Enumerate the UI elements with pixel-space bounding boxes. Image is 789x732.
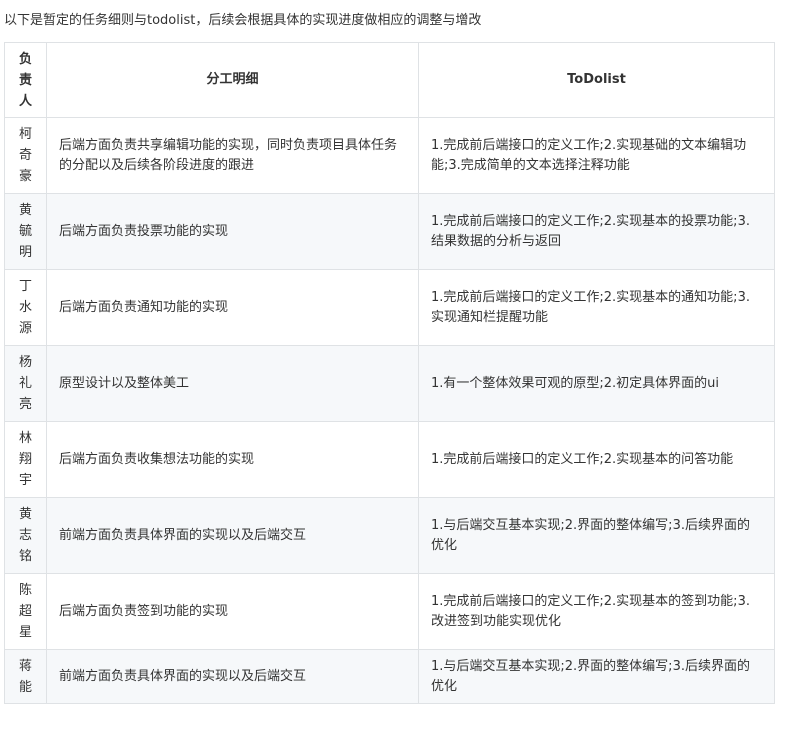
cell-person: 黄志铭 <box>4 497 47 574</box>
table-row: 蒋能 前端方面负责具体界面的实现以及后端交互 1.与后端交互基本实现;2.界面的… <box>4 649 775 704</box>
cell-person: 柯奇豪 <box>4 117 47 194</box>
header-division: 分工明细 <box>46 42 419 118</box>
header-todolist: ToDolist <box>418 42 775 118</box>
cell-person: 丁水源 <box>4 269 47 346</box>
table-row: 杨礼亮 原型设计以及整体美工 1.有一个整体效果可观的原型;2.初定具体界面的u… <box>4 345 775 422</box>
cell-person: 林翔宇 <box>4 421 47 498</box>
cell-division: 后端方面负责共享编辑功能的实现，同时负责项目具体任务的分配以及后续各阶段进度的跟… <box>46 117 419 194</box>
cell-todo: 1.完成前后端接口的定义工作;2.实现基本的通知功能;3.实现通知栏提醒功能 <box>418 269 775 346</box>
cell-todo: 1.与后端交互基本实现;2.界面的整体编写;3.后续界面的优化 <box>418 649 775 704</box>
cell-division: 后端方面负责投票功能的实现 <box>46 193 419 270</box>
table-header-row: 负责人 分工明细 ToDolist <box>4 42 775 118</box>
cell-division: 后端方面负责签到功能的实现 <box>46 573 419 650</box>
cell-todo: 1.有一个整体效果可观的原型;2.初定具体界面的ui <box>418 345 775 422</box>
table-row: 陈超星 后端方面负责签到功能的实现 1.完成前后端接口的定义工作;2.实现基本的… <box>4 573 775 650</box>
table-row: 黄毓明 后端方面负责投票功能的实现 1.完成前后端接口的定义工作;2.实现基本的… <box>4 193 775 270</box>
table-row: 柯奇豪 后端方面负责共享编辑功能的实现，同时负责项目具体任务的分配以及后续各阶段… <box>4 117 775 194</box>
table-row: 林翔宇 后端方面负责收集想法功能的实现 1.完成前后端接口的定义工作;2.实现基… <box>4 421 775 498</box>
cell-division: 前端方面负责具体界面的实现以及后端交互 <box>46 497 419 574</box>
cell-todo: 1.完成前后端接口的定义工作;2.实现基本的问答功能 <box>418 421 775 498</box>
cell-person: 黄毓明 <box>4 193 47 270</box>
document: 以下是暂定的任务细则与todolist，后续会根据具体的实现进度做相应的调整与增… <box>0 0 789 704</box>
cell-division: 后端方面负责收集想法功能的实现 <box>46 421 419 498</box>
cell-person: 陈超星 <box>4 573 47 650</box>
task-table: 负责人 分工明细 ToDolist 柯奇豪 后端方面负责共享编辑功能的实现，同时… <box>4 42 775 704</box>
table-row: 丁水源 后端方面负责通知功能的实现 1.完成前后端接口的定义工作;2.实现基本的… <box>4 269 775 346</box>
cell-person: 杨礼亮 <box>4 345 47 422</box>
cell-todo: 1.完成前后端接口的定义工作;2.实现基础的文本编辑功能;3.完成简单的文本选择… <box>418 117 775 194</box>
cell-division: 原型设计以及整体美工 <box>46 345 419 422</box>
cell-division: 前端方面负责具体界面的实现以及后端交互 <box>46 649 419 704</box>
header-person: 负责人 <box>4 42 47 118</box>
cell-todo: 1.完成前后端接口的定义工作;2.实现基本的投票功能;3.结果数据的分析与返回 <box>418 193 775 270</box>
cell-todo: 1.完成前后端接口的定义工作;2.实现基本的签到功能;3.改进签到功能实现优化 <box>418 573 775 650</box>
table-row: 黄志铭 前端方面负责具体界面的实现以及后端交互 1.与后端交互基本实现;2.界面… <box>4 497 775 574</box>
cell-todo: 1.与后端交互基本实现;2.界面的整体编写;3.后续界面的优化 <box>418 497 775 574</box>
intro-text: 以下是暂定的任务细则与todolist，后续会根据具体的实现进度做相应的调整与增… <box>4 13 482 28</box>
cell-division: 后端方面负责通知功能的实现 <box>46 269 419 346</box>
cell-person: 蒋能 <box>4 649 47 704</box>
